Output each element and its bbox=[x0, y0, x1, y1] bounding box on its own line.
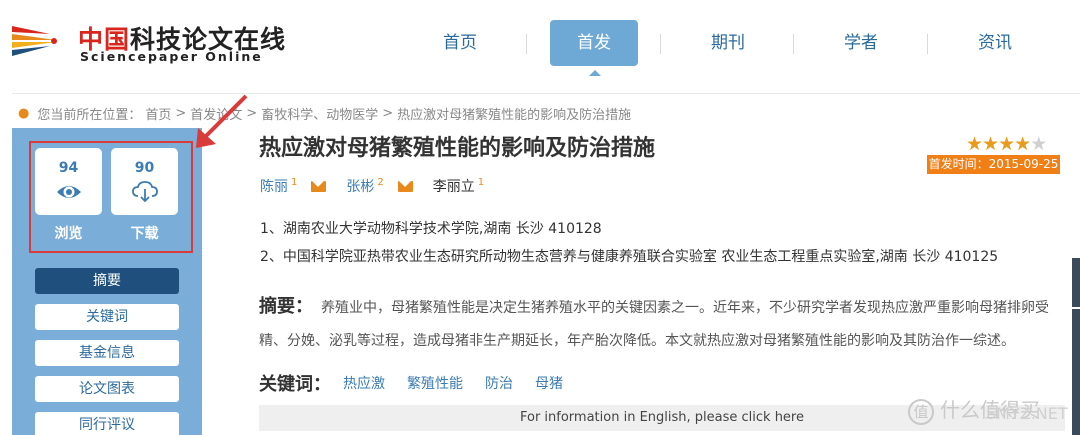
keyword-link[interactable]: 繁殖性能 bbox=[407, 373, 463, 393]
email-icon[interactable] bbox=[397, 180, 413, 192]
breadcrumb-current: 热应激对母猪繁殖性能的影响及防治措施 bbox=[397, 108, 632, 123]
star-filled-icon: ★ bbox=[982, 133, 999, 155]
nav-journals[interactable]: 期刊 bbox=[684, 20, 772, 66]
keywords-label: 关键词： bbox=[259, 374, 331, 395]
nav-first-publish[interactable]: 首发 bbox=[550, 20, 638, 66]
sidebar-btn-peer-review[interactable]: 同行评议 bbox=[35, 412, 179, 435]
star-filled-icon: ★ bbox=[1014, 133, 1031, 155]
sidebar-btn-funding[interactable]: 基金信息 bbox=[35, 340, 179, 366]
logo-subtitle: Sciencepaper Online bbox=[80, 49, 263, 64]
author-link[interactable]: 陈丽 1 bbox=[260, 176, 297, 196]
header-divider bbox=[12, 93, 1080, 94]
publish-date-badge: 首发时间：2015-09-25 bbox=[927, 155, 1060, 174]
keyword-link[interactable]: 热应激 bbox=[343, 373, 385, 393]
main-nav: 首页 首发 期刊 学者 资讯 bbox=[392, 20, 1080, 76]
active-nav-caret-icon bbox=[589, 70, 601, 76]
paper-title: 热应激对母猪繁殖性能的影响及防治措施 bbox=[259, 136, 656, 161]
breadcrumb-category[interactable]: 畜牧科学、动物医学 bbox=[261, 104, 378, 123]
breadcrumb-prefix: 您当前所在位置： bbox=[37, 108, 142, 123]
annotation-highlight-box bbox=[29, 141, 193, 253]
affiliation-2: 2、中国科学院亚热带农业生态研究所动物生态营养与健康养殖联合实验室 农业生态工程… bbox=[260, 249, 999, 265]
floating-side-tab[interactable] bbox=[1072, 258, 1080, 435]
author-list: 陈丽 1 张彬 2 李丽立 1 bbox=[260, 176, 484, 196]
nav-scholars[interactable]: 学者 bbox=[817, 20, 905, 66]
author-name: 李丽立 1 bbox=[432, 177, 485, 195]
keywords-section: 关键词： 热应激 繁殖性能 防治 母猪 bbox=[259, 370, 585, 396]
star-filled-icon: ★ bbox=[966, 133, 983, 155]
nav-home[interactable]: 首页 bbox=[416, 20, 504, 66]
abstract-label: 摘要： bbox=[259, 296, 313, 317]
breadcrumb-home[interactable]: 首页 bbox=[145, 104, 171, 123]
watermark-site: SMYZ.NET bbox=[986, 404, 1068, 423]
breadcrumb-separator: > bbox=[175, 106, 187, 121]
affiliation-1: 1、湖南农业大学动物科学技术学院,湖南 长沙 410128 bbox=[260, 221, 602, 237]
nav-divider bbox=[526, 34, 527, 54]
site-logo[interactable]: 中国科技论文在线 Sciencepaper Online bbox=[10, 18, 285, 66]
side-tab-divider bbox=[1072, 307, 1080, 309]
sidebar-btn-keywords[interactable]: 关键词 bbox=[35, 304, 179, 330]
rating-stars: ★★★★★ bbox=[966, 133, 1047, 155]
nav-divider bbox=[793, 34, 794, 54]
abstract-section: 摘要： 养殖业中，母猪繁殖性能是决定生猪养殖水平的关键因素之一。近年来，不少研究学… bbox=[259, 290, 1059, 358]
abstract-text: 养殖业中，母猪繁殖性能是决定生猪养殖水平的关键因素之一。近年来，不少研究学者发现… bbox=[259, 300, 1049, 349]
nav-divider bbox=[927, 34, 928, 54]
nav-divider bbox=[660, 34, 661, 54]
sidebar-btn-figures[interactable]: 论文图表 bbox=[35, 376, 179, 402]
location-pin-icon: ● bbox=[18, 106, 30, 121]
sidebar-btn-abstract[interactable]: 摘要 bbox=[35, 268, 179, 294]
breadcrumb: ● 您当前所在位置： 首页 > 首发论文 > 畜牧科学、动物医学 > 热应激对母… bbox=[18, 104, 631, 123]
star-filled-icon: ★ bbox=[998, 133, 1015, 155]
annotation-arrow-icon bbox=[196, 94, 248, 148]
keyword-link[interactable]: 母猪 bbox=[535, 373, 563, 393]
logo-mark-icon bbox=[12, 26, 57, 56]
nav-news[interactable]: 资讯 bbox=[951, 20, 1039, 66]
breadcrumb-separator: > bbox=[382, 106, 394, 121]
star-empty-icon: ★ bbox=[1030, 133, 1047, 155]
email-icon[interactable] bbox=[311, 180, 327, 192]
keyword-link[interactable]: 防治 bbox=[485, 373, 513, 393]
author-link[interactable]: 张彬 2 bbox=[346, 176, 383, 196]
